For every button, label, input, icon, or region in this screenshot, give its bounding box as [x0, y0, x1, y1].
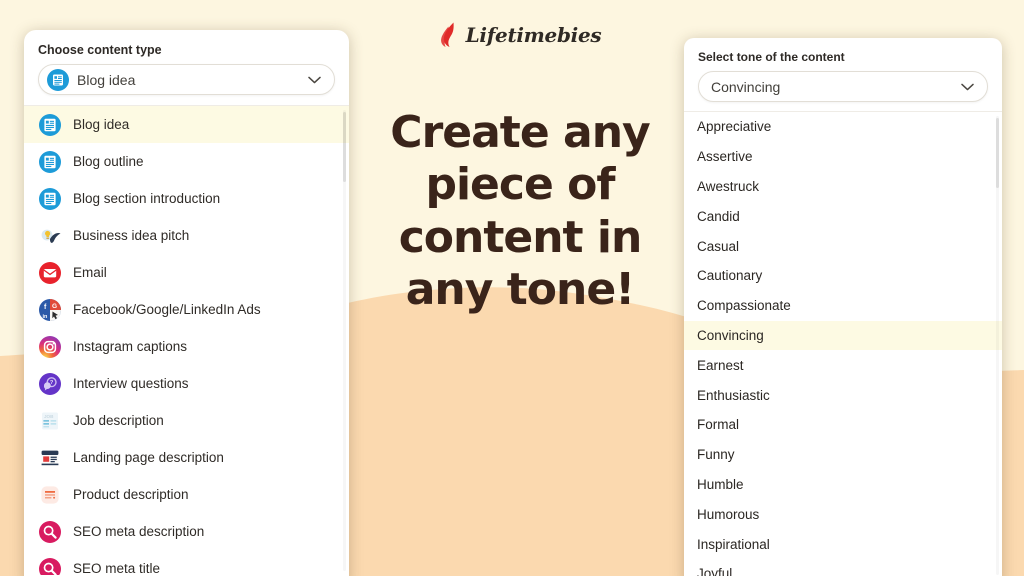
tone-option-label: Joyful	[697, 566, 733, 576]
hero-column: Lifetimebies Create any piece of content…	[350, 0, 690, 576]
tone-option[interactable]: Candid	[684, 201, 1002, 231]
content-type-option-label: Landing page description	[73, 450, 224, 465]
chevron-down-icon[interactable]	[961, 78, 974, 96]
tone-label: Select tone of the content	[698, 50, 845, 64]
blog-idea-icon	[47, 68, 69, 91]
content-type-select[interactable]: Blog idea	[38, 64, 335, 95]
content-type-option[interactable]: Blog outline	[24, 143, 349, 180]
tone-option-label: Candid	[697, 208, 740, 224]
content-type-option-label: Job description	[73, 413, 164, 428]
content-type-option-label: Email	[73, 265, 107, 280]
content-type-option-label: Business idea pitch	[73, 228, 190, 243]
tone-option[interactable]: Formal	[684, 410, 1002, 440]
tone-option-label: Funny	[697, 447, 735, 463]
tone-option[interactable]: Humorous	[684, 499, 1002, 529]
blog-idea-icon	[38, 113, 62, 137]
tone-option-label: Cautionary	[697, 268, 763, 284]
tone-dropdown-list[interactable]: Appreciative Assertive Awestruck Candid Casu…	[684, 111, 1002, 576]
promo-screenshot: Lifetimebies Create any piece of content…	[0, 0, 1024, 576]
tone-panel: Select tone of the content Convincing Ap…	[684, 38, 1002, 576]
content-type-option[interactable]: JOB Job description	[24, 402, 349, 439]
tone-option[interactable]: Convincing	[684, 320, 1002, 351]
svg-text:G: G	[52, 303, 57, 310]
chevron-down-icon[interactable]	[308, 71, 321, 89]
product-description-icon	[38, 483, 62, 507]
content-type-dropdown-list[interactable]: Blog idea Blog outline Blog section intr…	[24, 105, 349, 575]
tone-option[interactable]: Assertive	[684, 142, 1002, 172]
tone-option-label: Appreciative	[697, 119, 772, 135]
content-type-option-label: Instagram captions	[73, 339, 188, 354]
tone-option[interactable]: Joyful	[684, 559, 1002, 576]
interview-questions-icon: ?	[38, 372, 62, 396]
tone-option-label: Casual	[697, 238, 740, 254]
dropdown-scrollbar[interactable]	[996, 116, 999, 575]
dropdown-scrollbar[interactable]	[343, 110, 346, 571]
content-type-option-label: Blog idea	[73, 117, 130, 132]
content-type-option-label: Product description	[73, 487, 189, 502]
job-description-icon: JOB	[38, 409, 62, 433]
brand-name: Lifetimebies	[465, 23, 602, 47]
content-type-option[interactable]: ? Interview questions	[24, 365, 349, 402]
content-type-option[interactable]: Instagram captions	[24, 328, 349, 365]
business-idea-pitch-icon	[38, 224, 62, 248]
content-type-option[interactable]: Product description	[24, 476, 349, 513]
content-type-option-label: Interview questions	[73, 376, 189, 391]
content-type-option[interactable]: Landing page description	[24, 439, 349, 476]
tone-option[interactable]: Earnest	[684, 350, 1002, 380]
content-type-option[interactable]: Blog section introduction	[24, 180, 349, 217]
instagram-icon	[38, 335, 62, 359]
tone-option-label: Humble	[697, 476, 744, 492]
tone-option[interactable]: Inspirational	[684, 529, 1002, 559]
tone-option-label: Inspirational	[697, 536, 770, 552]
blog-outline-icon	[38, 150, 62, 174]
tone-option[interactable]: Funny	[684, 440, 1002, 470]
svg-text:in: in	[43, 314, 49, 320]
tone-option-label: Enthusiastic	[697, 387, 770, 403]
svg-text:JOB: JOB	[44, 414, 54, 419]
tone-option-label: Humorous	[697, 506, 760, 522]
dropdown-scrollbar-thumb[interactable]	[343, 112, 346, 182]
content-type-option-label: Facebook/Google/LinkedIn Ads	[73, 302, 261, 317]
tone-option[interactable]: Cautionary	[684, 261, 1002, 291]
content-type-option-label: Blog section introduction	[73, 191, 221, 206]
content-type-option-label: Blog outline	[73, 154, 144, 169]
dropdown-scrollbar-thumb[interactable]	[996, 118, 999, 188]
content-type-label: Choose content type	[38, 43, 162, 57]
tone-option-label: Awestruck	[697, 178, 760, 194]
tone-selected-value: Convincing	[711, 78, 781, 95]
brand-logo: Lifetimebies	[439, 18, 602, 52]
tone-option[interactable]: Casual	[684, 231, 1002, 261]
tone-option-label: Earnest	[697, 357, 744, 373]
content-type-option[interactable]: Email	[24, 254, 349, 291]
content-type-panel: Choose content type Blog idea Blog idea …	[24, 30, 349, 576]
email-icon	[38, 261, 62, 285]
content-type-option-label: SEO meta title	[73, 561, 161, 575]
tone-select[interactable]: Convincing	[698, 71, 988, 102]
tone-option[interactable]: Compassionate	[684, 291, 1002, 321]
seo-meta-title-icon	[38, 557, 62, 575]
tone-option[interactable]: Humble	[684, 470, 1002, 500]
page-title: Create any piece of content in any tone!	[390, 107, 650, 316]
tone-option[interactable]: Enthusiastic	[684, 380, 1002, 410]
content-type-option[interactable]: Business idea pitch	[24, 217, 349, 254]
tone-option-label: Formal	[697, 417, 740, 433]
content-type-selected-value: Blog idea	[77, 71, 136, 88]
content-type-option[interactable]: SEO meta description	[24, 513, 349, 550]
flame-icon	[440, 22, 454, 47]
content-type-option[interactable]: f G in Facebook/Google/LinkedIn Ads	[24, 291, 349, 328]
content-type-option[interactable]: SEO meta title	[24, 550, 349, 575]
tone-option-label: Assertive	[697, 149, 753, 165]
tone-option[interactable]: Awestruck	[684, 172, 1002, 202]
tone-option[interactable]: Appreciative	[684, 112, 1002, 142]
blog-section-icon	[38, 187, 62, 211]
content-type-option-label: SEO meta description	[73, 524, 205, 539]
landing-page-icon	[38, 446, 62, 470]
tone-option-label: Convincing	[697, 327, 764, 343]
tone-option-label: Compassionate	[697, 298, 791, 314]
social-ads-icon: f G in	[38, 298, 62, 322]
seo-meta-description-icon	[38, 520, 62, 544]
content-type-option[interactable]: Blog idea	[24, 106, 349, 143]
